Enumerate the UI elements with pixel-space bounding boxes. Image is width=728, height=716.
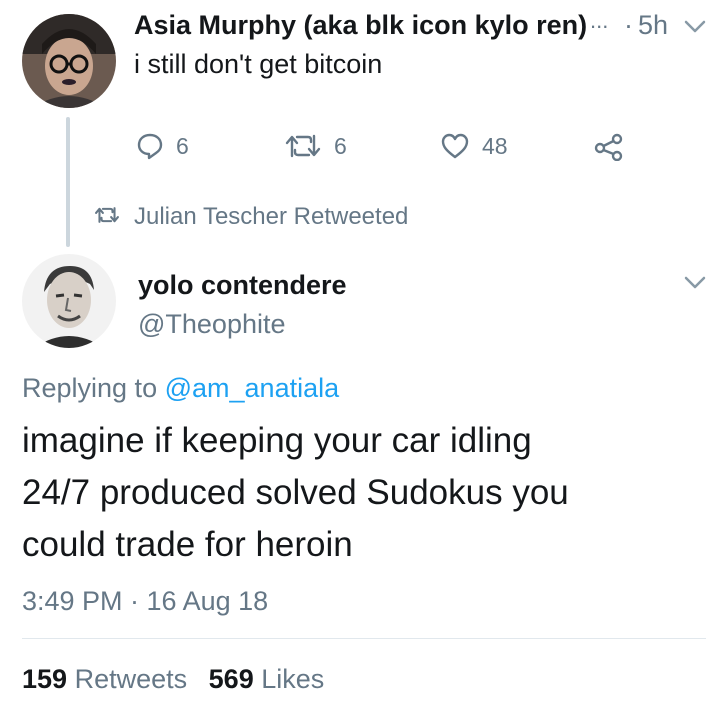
parent-tweet-text: i still don't get bitcoin: [134, 49, 383, 79]
thread-connector-line: [66, 117, 70, 247]
share-icon: [594, 133, 623, 162]
likes-stat[interactable]: 569 Likes: [209, 664, 325, 694]
parent-author-ellipsis: ...: [590, 8, 609, 33]
parent-tweet-time[interactable]: 5h: [638, 10, 668, 41]
retweet-notice-text[interactable]: Julian Tescher Retweeted: [134, 203, 408, 231]
retweet-notice-icon-wrap: [94, 205, 120, 230]
chevron-down-icon: [684, 20, 706, 33]
avatar-parent-author[interactable]: [22, 14, 116, 108]
retweet-icon: [95, 207, 119, 223]
retweet-total-label: Retweets: [74, 664, 188, 694]
like-count: 48: [482, 132, 508, 159]
replying-to-prefix: Replying to: [22, 373, 158, 403]
replying-to-line: Replying to @am_anatiala: [22, 373, 339, 404]
parent-author-name[interactable]: Asia Murphy (aka blk icon kylo ren): [134, 10, 587, 41]
retweets-stat[interactable]: 159 Retweets: [22, 664, 195, 694]
chevron-down-icon: [684, 276, 706, 289]
main-author-handle[interactable]: @Theophite: [138, 309, 286, 340]
reply-icon: [137, 133, 163, 160]
retweet-icon: [285, 134, 321, 158]
main-author-name[interactable]: yolo contendere: [138, 270, 347, 301]
like-action[interactable]: 48: [440, 132, 508, 160]
main-tweet-timestamp[interactable]: 3:49 PM · 16 Aug 18: [22, 586, 268, 617]
retweet-count: 6: [334, 132, 347, 159]
reply-count: 6: [176, 132, 189, 159]
retweet-total: 159: [22, 664, 68, 694]
avatar-main-author[interactable]: [22, 254, 116, 348]
parent-time-separator: ·: [624, 10, 633, 40]
retweet-action[interactable]: 6: [284, 132, 347, 160]
reply-action[interactable]: 6: [136, 132, 189, 160]
replying-to-handle-link[interactable]: @am_anatiala: [165, 373, 340, 403]
stats-divider: [22, 638, 706, 639]
share-action[interactable]: [594, 133, 624, 166]
parent-tweet-menu-caret[interactable]: [684, 20, 706, 39]
main-tweet-text: imagine if keeping your car idling 24/7 …: [22, 415, 712, 571]
main-tweet-menu-caret[interactable]: [684, 276, 706, 295]
like-total-label: Likes: [261, 664, 325, 694]
tweet-text-line: imagine if keeping your car idling: [22, 421, 532, 460]
like-total: 569: [208, 664, 254, 694]
tweet-text-line: 24/7 produced solved Sudokus you: [22, 473, 569, 512]
engagement-stats: 159 Retweets 569 Likes: [22, 664, 324, 695]
tweet-text-line: could trade for heroin: [22, 525, 353, 564]
heart-icon: [441, 133, 469, 159]
